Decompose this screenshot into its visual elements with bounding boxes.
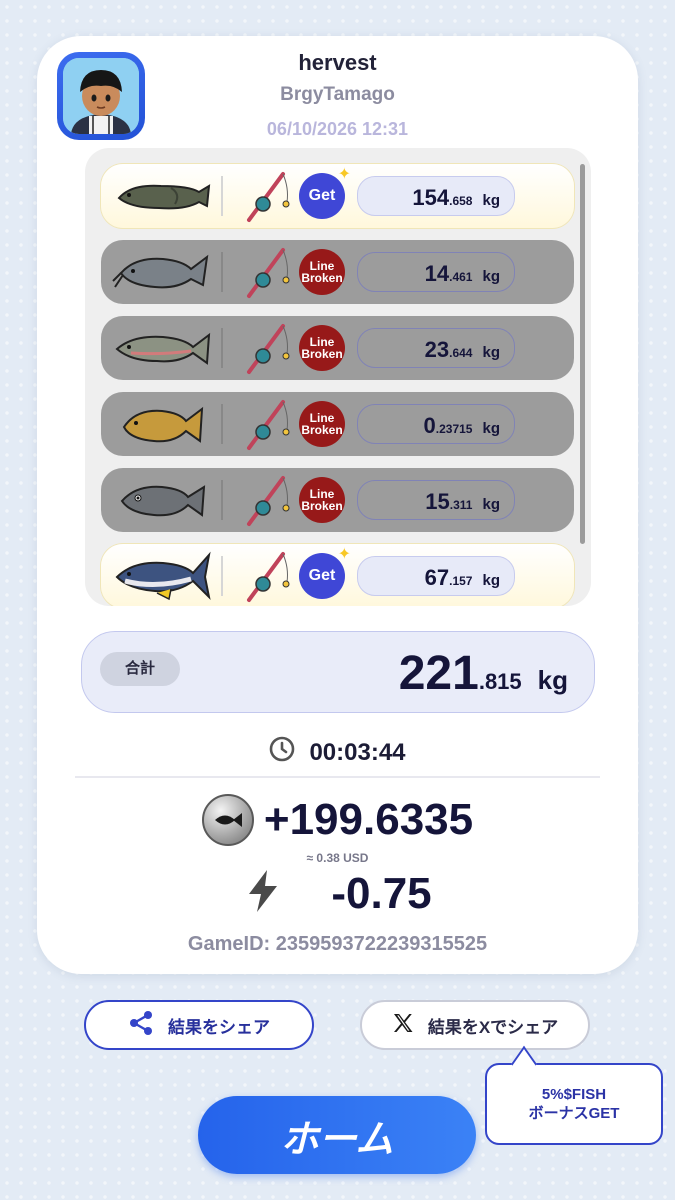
row-separator (221, 480, 223, 520)
fishing-rod-icon (243, 548, 293, 604)
game-duration: 00:03:44 (37, 736, 638, 769)
player-name: hervest (298, 50, 377, 75)
line-broken-label: Broken (301, 271, 343, 285)
share-button-label: 結果をシェア (168, 1017, 270, 1037)
catch-weight: 0.23715 kg (357, 404, 515, 444)
get-badge-label: Get (308, 567, 336, 584)
bonus-line1: 5%$FISH (541, 1086, 607, 1103)
duration-value: 00:03:44 (309, 738, 406, 766)
catch-row[interactable]: Line Broken 15.311 kg (101, 468, 574, 532)
result-card: hervest BrgyTamago 06/10/2026 12:31 Get 1… (37, 36, 638, 974)
token-reward: +199.6335 (37, 794, 638, 846)
catch-row[interactable]: Get 67.157 kg (101, 544, 574, 606)
catch-weight-unit: kg (482, 268, 500, 285)
catch-weight-int: 67 (424, 565, 450, 590)
fishing-rod-icon (243, 244, 293, 300)
catch-weight-unit: kg (482, 572, 500, 589)
catch-row[interactable]: Line Broken 14.461 kg (101, 240, 574, 304)
catch-weight-dec: .461 (449, 270, 473, 284)
game-id: GameID: 2359593722239315525 (187, 933, 488, 955)
fish-icon (101, 468, 221, 532)
fishing-rod-icon (243, 472, 293, 528)
reward-value: +199.6335 (263, 795, 474, 844)
catch-weight: 15.311 kg (357, 480, 515, 520)
catch-weight: 67.157 kg (357, 556, 515, 596)
home-button-label: ホーム (280, 1118, 394, 1161)
get-badge: Get (299, 544, 351, 599)
line-broken-badge: Line Broken (299, 477, 345, 523)
clock-icon (269, 736, 295, 769)
fish-icon (101, 316, 221, 380)
line-broken-badge: Line Broken (299, 325, 345, 371)
total-weight: 221 .815 kg (399, 646, 568, 701)
share-x-button[interactable]: 結果をXでシェア (360, 1000, 590, 1050)
line-broken-label: Broken (301, 347, 343, 361)
player-handle: BrgyTamago (280, 84, 395, 105)
energy-value: -0.75 (331, 868, 432, 918)
row-separator (221, 556, 223, 596)
fish-icon (101, 240, 221, 304)
line-broken-badge: Line Broken (299, 249, 345, 295)
get-badge: Get (299, 164, 351, 219)
total-label: 合計 (100, 652, 180, 686)
catch-row[interactable]: Line Broken 23.644 kg (101, 316, 574, 380)
catch-weight-dec: .23715 (435, 422, 473, 436)
row-separator (221, 252, 223, 292)
catch-weight-dec: .644 (449, 346, 473, 360)
catch-weight-unit: kg (482, 192, 500, 209)
fish-icon (101, 392, 221, 456)
catch-row[interactable]: Line Broken 0.23715 kg (101, 392, 574, 456)
catch-weight-unit: kg (482, 496, 500, 513)
catch-weight-unit: kg (482, 344, 500, 361)
total-weight-dec: .815 (478, 669, 522, 694)
catch-weight-dec: .658 (449, 194, 473, 208)
fish-icon (101, 544, 221, 606)
line-broken-label: Broken (301, 423, 343, 437)
bonus-line2: ボーナスGET (528, 1105, 620, 1122)
fishing-rod-icon (243, 320, 293, 376)
row-separator (221, 328, 223, 368)
catch-weight-int: 154 (412, 185, 450, 210)
catch-weight-int: 0 (423, 413, 436, 438)
total-weight-int: 221 (398, 647, 479, 700)
row-separator (221, 176, 223, 216)
catch-weight-int: 15 (425, 489, 450, 514)
total-weight-box: 合計 221 .815 kg (81, 631, 595, 713)
lightning-icon (243, 868, 283, 919)
catch-weight-dec: .311 (449, 498, 473, 512)
fish-icon (101, 164, 221, 228)
energy-cost: -0.75 (37, 868, 638, 919)
catch-weight: 154.658 kg (357, 176, 515, 216)
reward-usd: ≈ 0.38 USD (306, 851, 369, 865)
catch-weight: 14.461 kg (357, 252, 515, 292)
catch-weight-int: 23 (424, 337, 450, 362)
line-broken-label: Broken (301, 499, 343, 513)
divider (75, 776, 600, 778)
fishing-rod-icon (243, 396, 293, 452)
game-datetime: 06/10/2026 12:31 (266, 119, 409, 139)
catch-weight-unit: kg (482, 420, 500, 437)
home-button[interactable]: ホーム (198, 1096, 476, 1174)
x-logo-icon (392, 1012, 414, 1039)
share-icon (128, 1010, 154, 1041)
catch-weight: 23.644 kg (357, 328, 515, 368)
bonus-tooltip: 5%$FISH ボーナスGET (485, 1063, 663, 1145)
get-badge-label: Get (308, 187, 336, 204)
catch-weight-int: 14 (424, 261, 450, 286)
fish-token-icon (201, 794, 254, 846)
row-separator (221, 404, 223, 444)
catch-weight-dec: .157 (449, 574, 473, 588)
total-weight-unit: kg (537, 665, 568, 695)
line-broken-badge: Line Broken (299, 401, 345, 447)
share-x-button-label: 結果をXでシェア (427, 1017, 559, 1037)
fishing-rod-icon (243, 168, 293, 224)
catch-row[interactable]: Get 154.658 kg (101, 164, 574, 228)
catch-list-scrollbar[interactable] (580, 164, 585, 544)
share-button[interactable]: 結果をシェア (84, 1000, 314, 1050)
catch-list[interactable]: Get154.658kgLineBroken14.461kgLineBroken… (85, 148, 591, 606)
